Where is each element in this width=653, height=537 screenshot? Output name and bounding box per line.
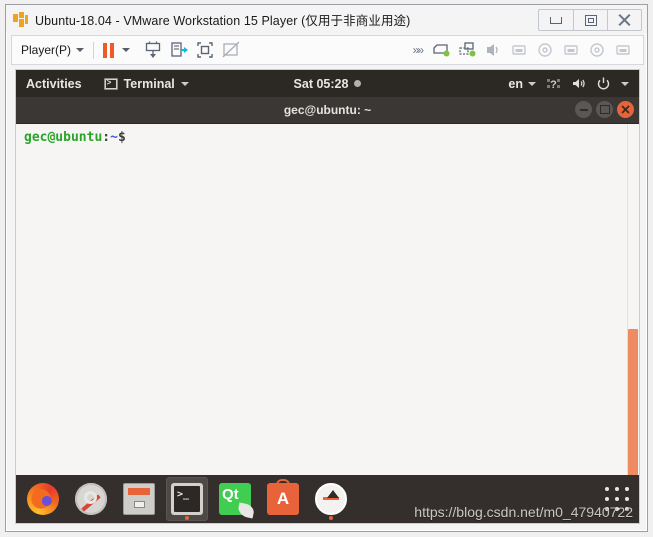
chevron-down-icon [528,81,536,86]
terminal-window: gec@ubuntu: ~ gec@ubuntu:~$ [16,97,639,509]
dock-item-tools[interactable] [70,477,112,521]
vmware-device-tray: »» [413,39,643,61]
send-ctrl-alt-del-icon[interactable] [142,39,164,61]
files-icon [123,483,155,515]
usb-device-2-icon[interactable] [560,39,582,61]
sound-card-icon[interactable] [482,39,504,61]
window-app-menu[interactable]: Terminal [103,76,189,91]
vmware-window-controls [538,9,642,31]
hard-disk-icon[interactable] [430,39,452,61]
double-chevron-right-icon[interactable]: »» [413,43,424,57]
firefox-icon [27,483,59,515]
restore-icon [584,14,597,26]
minimize-icon [579,108,588,111]
chevron-down-icon [76,48,85,52]
qt-creator-icon [219,483,251,515]
prompt-user-host: gec@ubuntu [24,130,103,145]
cd-dvd-1-icon[interactable] [534,39,556,61]
power-icon[interactable] [596,76,611,91]
toolbar-separator [93,41,95,59]
chevron-down-icon [180,81,189,86]
dock-item-firefox[interactable] [22,477,64,521]
pause-dropdown-chevron-down-icon[interactable] [122,48,131,52]
svg-text:?: ? [550,79,557,91]
activities-button[interactable]: Activities [26,77,82,91]
vmware-window-title: Ubuntu-18.04 - VMware Workstation 15 Pla… [35,13,411,28]
ubuntu-software-icon [267,479,299,515]
prompt-symbol: $ [117,130,126,145]
usb-device-1-icon[interactable] [508,39,530,61]
chevron-down-icon[interactable] [621,81,629,86]
guest-vm-screen[interactable]: Activities Terminal Sat 05:28 en [15,69,640,524]
close-icon [621,105,630,114]
dock-items [16,477,352,521]
vmware-titlebar: Ubuntu-18.04 - VMware Workstation 15 Pla… [6,5,647,33]
pause-vm-button[interactable] [103,42,115,58]
terminal-icon [171,483,203,515]
pause-icon [103,42,108,58]
prompt-path: ~ [110,130,118,145]
running-indicator-dot [185,516,189,520]
dock-item-files[interactable] [118,477,160,521]
close-icon [618,13,631,27]
terminal-headerbar: gec@ubuntu: ~ [16,97,639,124]
terminal-title: gec@ubuntu: ~ [283,103,372,117]
gnome-top-bar: Activities Terminal Sat 05:28 en [16,70,639,97]
minimize-button[interactable] [539,10,573,30]
close-button[interactable] [607,10,641,30]
software-updater-icon [315,483,347,515]
manage-vm-icon[interactable] [168,39,190,61]
clock-label: Sat 05:28 [293,76,349,91]
volume-icon[interactable] [571,76,586,91]
terminal-window-controls [575,101,634,118]
full-screen-icon[interactable] [194,39,216,61]
status-menu[interactable]: en ? [508,76,639,91]
accessibility-icon[interactable]: ? [546,76,561,91]
dock-item-software-updater[interactable] [310,477,352,521]
terminal-maximize-button[interactable] [596,101,613,118]
vmware-logo-icon [13,11,28,27]
player-menu-label: Player(P) [21,43,72,57]
language-label: en [508,76,523,91]
unity-mode-icon[interactable] [220,39,242,61]
vmware-player-window: Ubuntu-18.04 - VMware Workstation 15 Pla… [5,4,648,532]
terminal-close-button[interactable] [617,101,634,118]
prompt-separator: : [102,130,111,145]
terminal-app-icon [103,77,118,90]
tools-icon [75,483,107,515]
usb-device-3-icon[interactable] [612,39,634,61]
dock-item-ubuntu-software[interactable] [262,477,304,521]
terminal-scrollbar[interactable] [627,124,639,509]
minimize-icon [550,16,562,24]
network-adapter-icon[interactable] [456,39,478,61]
window-menu-label: Terminal [123,76,175,91]
dock-item-terminal[interactable] [166,477,208,521]
player-menu-button[interactable]: Player(P) [21,43,85,57]
restore-button[interactable] [573,10,607,30]
running-indicator-dot [329,516,333,520]
language-indicator[interactable]: en [508,77,536,91]
terminal-output-area[interactable]: gec@ubuntu:~$ [16,124,639,509]
terminal-minimize-button[interactable] [575,101,592,118]
notification-dot-icon [354,80,362,87]
cd-dvd-2-icon[interactable] [586,39,608,61]
watermark-text: https://blog.csdn.net/m0_47940722 [414,504,633,520]
maximize-icon [599,105,610,114]
vmware-toolbar: Player(P) »» [11,35,644,65]
dock-item-qtcreator[interactable] [214,477,256,521]
